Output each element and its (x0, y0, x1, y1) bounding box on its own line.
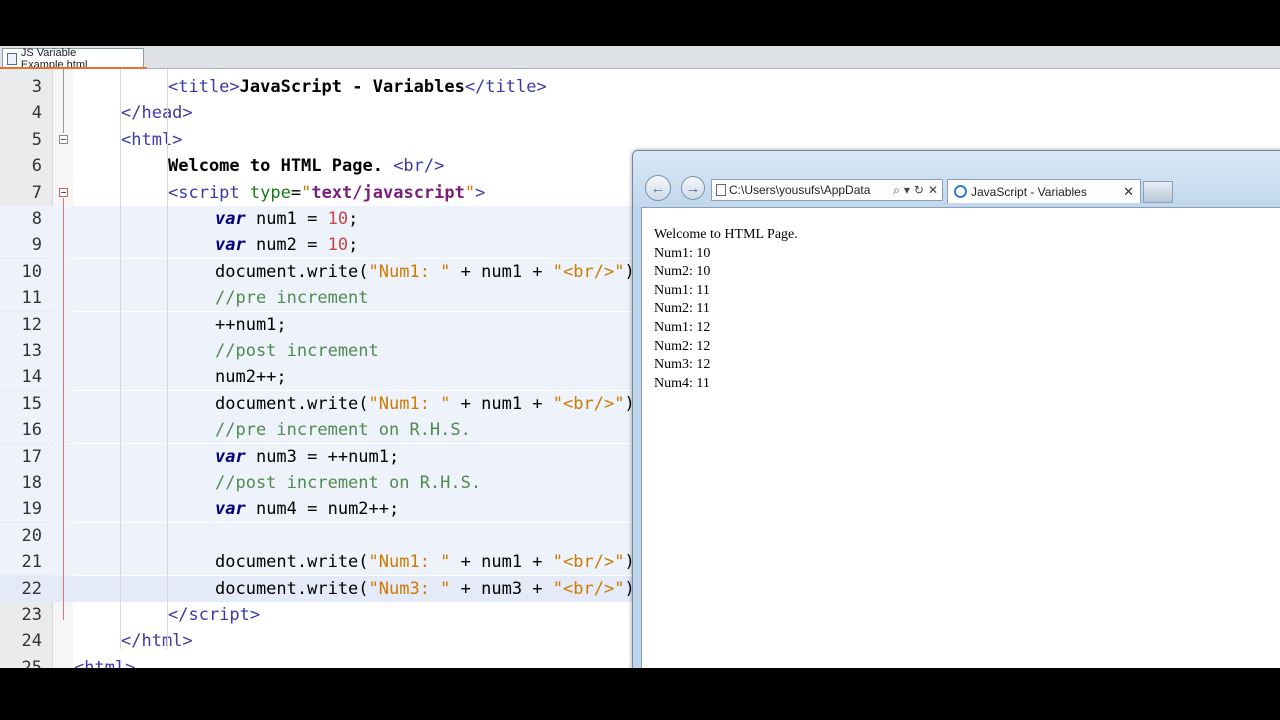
line-number: 7 (31, 182, 42, 203)
line-number: 22 (21, 578, 42, 599)
tab-close-icon[interactable]: ✕ (1123, 184, 1140, 200)
browser-tab-title: JavaScript - Variables (971, 184, 1087, 199)
line-number: 3 (31, 77, 42, 97)
fold-toggle-icon[interactable] (59, 187, 68, 197)
fold-range-line (63, 197, 64, 620)
code-text: <html> (121, 129, 183, 150)
code-line[interactable]: 3 <title>JavaScript - Variables</title> (0, 74, 1280, 100)
output-line: Num2: 11 (654, 301, 710, 317)
line-number: 12 (21, 314, 42, 335)
line-number: 17 (21, 446, 42, 467)
html-file-icon (7, 52, 17, 65)
forward-button[interactable]: → (681, 176, 705, 200)
line-number: 4 (31, 103, 42, 124)
indent-guide (120, 69, 121, 649)
browser-window[interactable]: ← → C:\Users\yousufs\AppData ⌕ ▾ ↻ ✕ Jav… (632, 150, 1280, 668)
ie-logo-icon (954, 185, 967, 198)
line-number: 11 (21, 288, 42, 309)
code-line[interactable]: 4 </head> (0, 100, 1280, 126)
search-icon[interactable]: ⌕ (893, 183, 900, 198)
editor-tab-bar: JS Variable Example.html (0, 46, 1280, 71)
code-line[interactable]: 5 <html> (0, 127, 1280, 153)
back-button[interactable]: ← (645, 175, 671, 201)
output-line: Num1: 10 (654, 245, 711, 261)
line-number: 15 (21, 393, 42, 414)
code-text: Welcome to HTML Page. <br/> (168, 156, 445, 177)
line-number: 18 (21, 473, 42, 493)
line-number: 19 (21, 499, 42, 520)
refresh-icon[interactable]: ↻ (914, 183, 924, 198)
line-number: 20 (21, 525, 42, 546)
code-text: //post increment on R.H.S. (215, 473, 482, 493)
line-number: 5 (31, 129, 42, 150)
line-number: 13 (21, 341, 42, 361)
code-text: document.write("Num1: " + num1 + "<br/>"… (215, 552, 645, 573)
address-text: C:\Users\yousufs\AppData (729, 183, 871, 197)
ide-window: JS Variable Example.html 3 <title>JavaScr… (0, 46, 1280, 668)
output-line: Num3: 12 (654, 357, 711, 373)
output-line: Num2: 10 (654, 264, 711, 280)
code-text: ++num1; (215, 314, 287, 335)
code-text: var num2 = 10; (215, 235, 359, 256)
fold-range-line (63, 69, 64, 133)
code-text: </script> (168, 605, 261, 625)
code-text: document.write("Num3: " + num3 + "<br/>"… (215, 578, 645, 599)
output-line: Num1: 12 (654, 319, 711, 335)
indent-guide (167, 69, 168, 649)
code-text: <html> (74, 657, 136, 668)
output-line: Num4: 11 (654, 375, 710, 391)
code-text: //post increment (215, 341, 379, 361)
page-content: Welcome to HTML Page. Num1: 10 Num2: 10 … (641, 207, 1280, 668)
code-text: </head> (121, 103, 193, 124)
file-tab[interactable]: JS Variable Example.html (2, 47, 144, 71)
line-number: 25 (21, 657, 42, 668)
code-text: <title>JavaScript - Variables</title> (168, 77, 547, 97)
output-line: Welcome to HTML Page. (654, 227, 798, 242)
output-line: Num2: 12 (654, 338, 711, 354)
code-text: var num4 = num2++; (215, 499, 400, 520)
code-text: var num1 = 10; (215, 209, 359, 229)
code-text: //pre increment on R.H.S. (215, 420, 471, 441)
forward-arrow-icon: → (685, 179, 701, 197)
code-text: </html> (121, 631, 193, 652)
line-number: 9 (31, 235, 42, 256)
code-text: num2++; (215, 367, 287, 388)
code-text: document.write("Num1: " + num1 + "<br/>"… (215, 393, 645, 414)
code-text: //pre increment (215, 288, 369, 309)
back-arrow-icon: ← (650, 179, 666, 197)
address-bar[interactable]: C:\Users\yousufs\AppData ⌕ ▾ ↻ ✕ (711, 179, 943, 201)
line-number: 14 (21, 367, 42, 388)
line-number: 6 (31, 156, 42, 177)
line-number: 8 (31, 209, 42, 229)
code-text: document.write("Num1: " + num1 + "<br/>"… (215, 261, 645, 282)
line-number: 24 (21, 631, 42, 652)
line-number: 16 (21, 420, 42, 441)
close-icon[interactable]: ✕ (928, 183, 938, 198)
line-number: 21 (21, 552, 42, 573)
code-text: <script type="text/javascript"> (168, 182, 486, 203)
browser-tab[interactable]: JavaScript - Variables ✕ (947, 179, 1141, 203)
page-icon (716, 184, 726, 196)
dropdown-icon[interactable]: ▾ (904, 183, 910, 198)
line-number: 10 (21, 261, 42, 282)
new-tab-button[interactable] (1143, 181, 1173, 203)
line-number: 23 (21, 605, 42, 625)
output-line: Num1: 11 (654, 282, 710, 298)
code-text: var num3 = ++num1; (215, 446, 400, 467)
fold-toggle-icon[interactable] (59, 134, 68, 144)
